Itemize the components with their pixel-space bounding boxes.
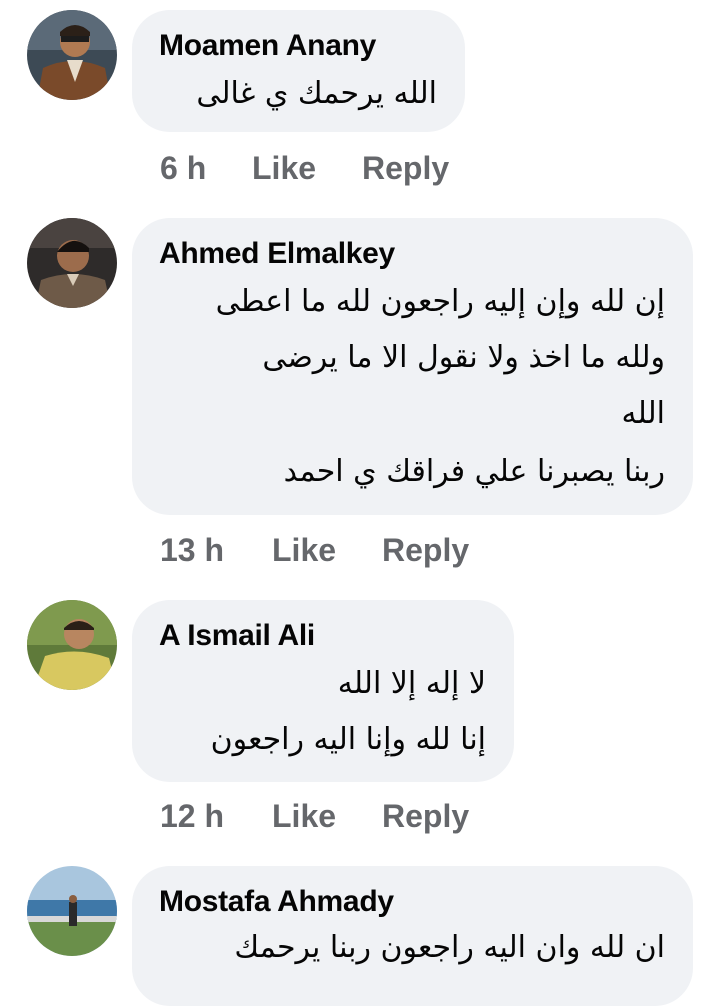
comment-author[interactable]: Mostafa Ahmady (159, 885, 394, 919)
comment-text-line: ربنا يصبرنا علي فراقك ي احمد (283, 454, 665, 489)
comment-text-line: إن لله وإن إليه راجعون لله ما اعطى (215, 284, 665, 319)
comment-bubble: Mostafa Ahmady ان لله وان اليه راجعون رب… (132, 866, 693, 1006)
comment-author[interactable]: Ahmed Elmalkey (159, 237, 395, 271)
avatar[interactable] (27, 218, 117, 308)
comment-bubble: A Ismail Ali لا إله إلا الله إنا لله وإن… (132, 600, 514, 782)
comment-text-line: ان لله وان اليه راجعون ربنا يرحمك (234, 930, 665, 965)
profile-photo-icon (27, 600, 117, 690)
comment-text-line: الله (621, 396, 666, 431)
profile-photo-icon (27, 10, 117, 100)
comment-author[interactable]: A Ismail Ali (159, 619, 315, 653)
comment-text-line: لا إله إلا الله (337, 666, 486, 701)
comment-timestamp[interactable]: 6 h (160, 150, 206, 187)
avatar[interactable] (27, 600, 117, 690)
reply-button[interactable]: Reply (382, 798, 469, 835)
reply-button[interactable]: Reply (382, 532, 469, 569)
comment-bubble: Ahmed Elmalkey إن لله وإن إليه راجعون لل… (132, 218, 693, 515)
profile-photo-icon (27, 218, 117, 308)
profile-photo-icon (27, 866, 117, 956)
like-button[interactable]: Like (272, 532, 336, 569)
avatar[interactable] (27, 866, 117, 956)
like-button[interactable]: Like (252, 150, 316, 187)
reply-button[interactable]: Reply (362, 150, 449, 187)
comment-author[interactable]: Moamen Anany (159, 29, 376, 63)
comment-text-line: الله يرحمك ي غالى (196, 76, 437, 111)
comment-timestamp[interactable]: 12 h (160, 798, 224, 835)
comment-text-line: ولله ما اخذ ولا نقول الا ما يرضى (262, 340, 665, 375)
comment-text-line: إنا لله وإنا اليه راجعون (210, 722, 486, 757)
comment-bubble: Moamen Anany الله يرحمك ي غالى (132, 10, 465, 132)
comment-timestamp[interactable]: 13 h (160, 532, 224, 569)
like-button[interactable]: Like (272, 798, 336, 835)
avatar[interactable] (27, 10, 117, 100)
